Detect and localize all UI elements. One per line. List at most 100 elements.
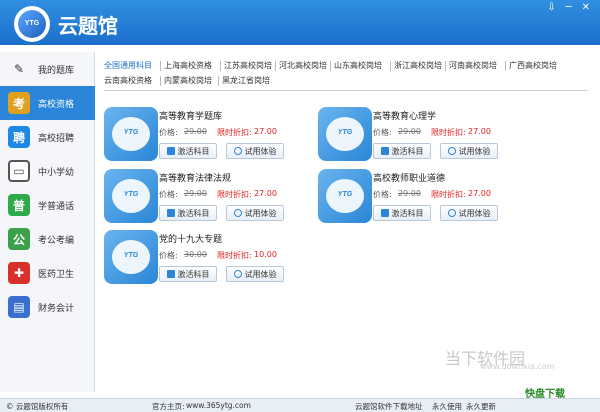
tab-item[interactable]: 云南高校资格 bbox=[104, 75, 152, 86]
course-title[interactable]: 高校教师职业道德 bbox=[373, 171, 445, 184]
activate-label: 激活科目 bbox=[177, 269, 210, 279]
tab-separator bbox=[275, 61, 276, 71]
tab-item[interactable]: 黑龙江省岗培 bbox=[222, 75, 270, 86]
sidebar-item-label: 学普通话 bbox=[38, 201, 75, 212]
trial-button[interactable]: 试用体验 bbox=[440, 205, 498, 221]
trial-icon bbox=[233, 147, 242, 155]
trial-button[interactable]: 试用体验 bbox=[440, 143, 498, 159]
activate-label: 激活科目 bbox=[391, 208, 424, 218]
course-card: YTG 高校教师职业道德 价格: 29.00 限时折扣: 27.00 激活科目 试用体验 bbox=[318, 169, 508, 225]
tab-item[interactable]: 全国通用科目 bbox=[104, 60, 152, 71]
tab-item[interactable]: 内蒙高校岗培 bbox=[164, 75, 212, 86]
tab-separator bbox=[330, 61, 331, 71]
sidebar-item[interactable]: ▤ 财务会计 bbox=[0, 290, 95, 324]
course-title[interactable]: 高等教育学题库 bbox=[159, 109, 222, 122]
checkbox-icon bbox=[166, 147, 175, 155]
course-thumbnail[interactable]: YTG bbox=[104, 230, 158, 284]
homepage-link[interactable]: www.365ytg.com bbox=[186, 401, 251, 410]
course-title[interactable]: 高等教育心理学 bbox=[373, 109, 436, 122]
discount-price: 27.00 bbox=[468, 127, 491, 136]
sidebar-item[interactable]: ✎ 我的题库 bbox=[0, 52, 95, 86]
trial-button[interactable]: 试用体验 bbox=[226, 143, 284, 159]
checkbox-icon bbox=[166, 209, 175, 217]
tab-item[interactable]: 河南高校岗培 bbox=[449, 60, 497, 71]
original-price: 29.00 bbox=[398, 127, 421, 136]
sidebar-item[interactable]: 公考公考编 bbox=[0, 222, 95, 256]
trial-button[interactable]: 试用体验 bbox=[226, 205, 284, 221]
activate-button[interactable]: 激活科目 bbox=[373, 143, 431, 159]
main-content: 全国通用科目 上海高校资格 江苏高校岗培 河北高校岗培 山东高校岗培 浙江高校岗培 河南高校… bbox=[96, 52, 600, 392]
course-card: YTG 高等教育学题库 价格: 29.00 限时折扣: 27.00 激活科目 试用体验 bbox=[104, 107, 294, 163]
download-icon[interactable]: ⇩ bbox=[547, 2, 555, 13]
course-thumbnail[interactable]: YTG bbox=[104, 107, 158, 161]
book-icon: ▭ bbox=[8, 160, 30, 182]
sidebar-item[interactable]: 聘高校招聘 bbox=[0, 120, 95, 154]
tab-item[interactable]: 上海高校资格 bbox=[164, 60, 212, 71]
tab-separator bbox=[218, 76, 219, 86]
homepage-label: 官方主页: bbox=[152, 402, 185, 411]
course-card: YTG 高等教育法律法规 价格: 29.00 限时折扣: 27.00 激活科目 试用体验 bbox=[104, 169, 294, 225]
discount-price: 10.00 bbox=[254, 250, 277, 259]
activate-button[interactable]: 激活科目 bbox=[159, 266, 217, 282]
activate-label: 激活科目 bbox=[177, 146, 210, 156]
tab-item[interactable]: 江苏高校岗培 bbox=[224, 60, 272, 71]
activate-label: 激活科目 bbox=[177, 208, 210, 218]
course-title[interactable]: 高等教育法律法规 bbox=[159, 171, 231, 184]
download-link[interactable]: 云题馆软件下载地址 bbox=[355, 401, 423, 412]
sidebar-item[interactable]: ✚ 医药卫生 bbox=[0, 256, 95, 290]
minimize-icon[interactable]: ─ bbox=[566, 2, 572, 13]
activate-button[interactable]: 激活科目 bbox=[159, 143, 217, 159]
activate-button[interactable]: 激活科目 bbox=[159, 205, 217, 221]
forever-update-link[interactable]: 永久更新 bbox=[466, 401, 496, 412]
original-price: 30.00 bbox=[184, 250, 207, 259]
sidebar-item-label: 医药卫生 bbox=[38, 269, 75, 280]
sidebar-item[interactable]: 考高校资格 bbox=[0, 86, 95, 120]
trial-button[interactable]: 试用体验 bbox=[226, 266, 284, 282]
window-controls: ⇩ ─ ✕ bbox=[547, 2, 590, 13]
course-thumbnail[interactable]: YTG bbox=[104, 169, 158, 223]
forever-use-link[interactable]: 永久使用 bbox=[432, 401, 462, 412]
discount-label: 限时折扣: bbox=[431, 190, 466, 199]
price-label: 价格: bbox=[373, 128, 392, 137]
trial-icon bbox=[447, 209, 456, 217]
tab-item[interactable]: 浙江高校岗培 bbox=[394, 60, 442, 71]
discount-price: 27.00 bbox=[468, 189, 491, 198]
tab-separator bbox=[220, 61, 221, 71]
original-price: 29.00 bbox=[184, 127, 207, 136]
trial-label: 试用体验 bbox=[244, 208, 277, 218]
trial-label: 试用体验 bbox=[244, 146, 277, 156]
sidebar-item-label: 高校资格 bbox=[38, 99, 75, 110]
app-logo: YTG bbox=[14, 6, 50, 42]
sidebar: ✎ 我的题库考高校资格聘高校招聘 ▭ 中小学幼普学普通话公考公考编 ✚ 医药卫生 ▤ 财务会计 bbox=[0, 52, 95, 392]
close-icon[interactable]: ✕ bbox=[582, 2, 590, 13]
ytg-logo-icon: YTG bbox=[123, 191, 139, 198]
tab-item[interactable]: 山东高校岗培 bbox=[334, 60, 382, 71]
tab-item[interactable]: 河北高校岗培 bbox=[279, 60, 327, 71]
trial-label: 试用体验 bbox=[458, 146, 491, 156]
civil-icon: 公 bbox=[8, 228, 30, 250]
tab-separator bbox=[390, 61, 391, 71]
ytg-logo-icon: YTG bbox=[123, 129, 139, 136]
course-thumbnail[interactable]: YTG bbox=[318, 169, 372, 223]
chart-icon: ▤ bbox=[8, 296, 30, 318]
tab-item[interactable]: 广西高校岗培 bbox=[509, 60, 557, 71]
trial-label: 试用体验 bbox=[244, 269, 277, 279]
status-bar: © 云题馆版权所有 官方主页: www.365ytg.com 云题馆软件下载地址… bbox=[0, 398, 600, 412]
sidebar-item[interactable]: ▭ 中小学幼 bbox=[0, 154, 95, 188]
price-label: 价格: bbox=[159, 251, 178, 260]
sidebar-item-label: 我的题库 bbox=[38, 65, 75, 76]
course-title[interactable]: 党的十九大专题 bbox=[159, 232, 222, 245]
medical-icon: ✚ bbox=[8, 262, 30, 284]
activate-button[interactable]: 激活科目 bbox=[373, 205, 431, 221]
copyright-text: © 云题馆版权所有 bbox=[6, 402, 69, 411]
checkbox-icon bbox=[166, 270, 175, 278]
discount-label: 限时折扣: bbox=[217, 190, 252, 199]
trial-icon bbox=[233, 209, 242, 217]
ytg-logo-icon: YTG bbox=[123, 252, 139, 259]
pin-icon: 聘 bbox=[8, 126, 30, 148]
sidebar-item-label: 高校招聘 bbox=[38, 133, 75, 144]
course-thumbnail[interactable]: YTG bbox=[318, 107, 372, 161]
sidebar-item[interactable]: 普学普通话 bbox=[0, 188, 95, 222]
title-bar: YTG 云题馆 ⇩ ─ ✕ bbox=[0, 0, 600, 45]
discount-price: 27.00 bbox=[254, 127, 277, 136]
